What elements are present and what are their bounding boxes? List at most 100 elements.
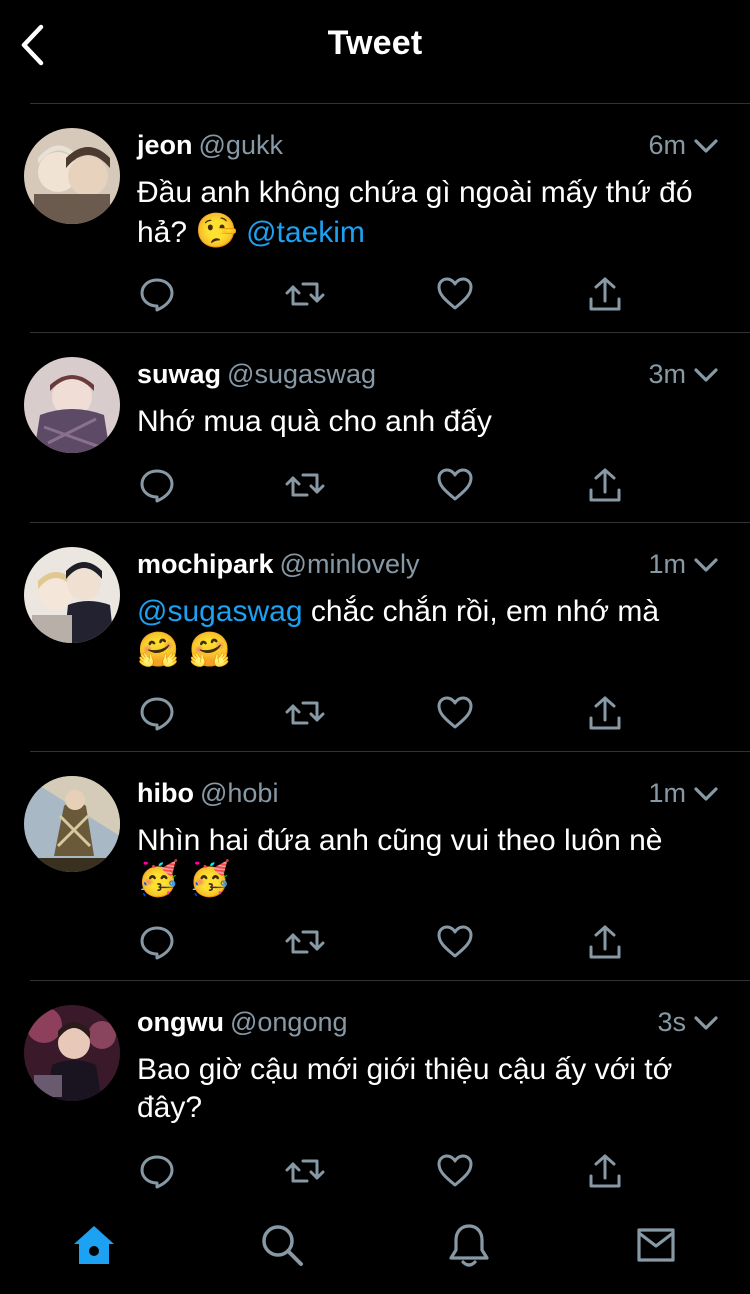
divider [30, 103, 750, 104]
like-button[interactable] [435, 922, 475, 962]
tweet-time: 6m [648, 130, 686, 160]
tab-notifications[interactable] [444, 1220, 494, 1270]
tweet-text: Bao giờ cậu mới giới thiệu cậu ấy với tớ… [137, 1051, 717, 1127]
heart-icon [437, 468, 473, 501]
tweet-actions [137, 693, 637, 733]
share-button[interactable] [585, 1151, 625, 1191]
tweet-time: 3m [648, 359, 686, 389]
retweet-icon [285, 282, 325, 306]
author-handle: @hobi [199, 778, 279, 808]
like-button[interactable] [435, 693, 475, 733]
share-button[interactable] [585, 693, 625, 733]
tweet-body: chắc chắn rồi, em nhớ mà [310, 595, 660, 628]
reply-button[interactable] [137, 274, 177, 314]
retweet-button[interactable] [285, 693, 325, 733]
reply-icon [140, 469, 174, 503]
author-name[interactable]: mochipark [137, 549, 274, 579]
tweet-actions [137, 274, 637, 314]
tweet-body: Bao giờ cậu mới giới thiệu cậu ấy với tớ… [137, 1053, 673, 1124]
share-icon [589, 277, 621, 311]
retweet-icon [285, 1159, 325, 1183]
author-name[interactable]: hibo [137, 778, 194, 808]
header: Tweet [0, 0, 750, 92]
author-line: ongwu @ongong [137, 1007, 348, 1038]
home-icon [74, 1226, 114, 1264]
divider [30, 980, 750, 981]
like-button[interactable] [435, 465, 475, 505]
like-button[interactable] [435, 274, 475, 314]
reply-icon [140, 697, 174, 731]
author-handle: @sugaswag [227, 359, 377, 389]
chevron-down-icon[interactable] [692, 1009, 720, 1037]
share-button[interactable] [585, 465, 625, 505]
author-handle: @ongong [229, 1007, 348, 1037]
emoji: 🤥 [195, 212, 238, 250]
avatar[interactable] [24, 547, 120, 643]
reply-button[interactable] [137, 1151, 177, 1191]
tweet-text: Nhìn hai đứa anh cũng vui theo luôn nè 🥳… [137, 822, 717, 900]
retweet-button[interactable] [285, 1151, 325, 1191]
retweet-button[interactable] [285, 465, 325, 505]
tweet-body: Nhìn hai đứa anh cũng vui theo luôn nè [137, 824, 663, 857]
tweet-actions [137, 1151, 637, 1191]
author-name[interactable]: suwag [137, 359, 221, 389]
avatar[interactable] [24, 357, 120, 453]
bottom-tab-bar [0, 1200, 750, 1294]
retweet-button[interactable] [285, 274, 325, 314]
author-line: jeon @gukk [137, 130, 283, 161]
retweet-icon [285, 930, 325, 954]
emoji: 🥳 🥳 [137, 860, 232, 898]
mention-link[interactable]: @sugaswag [137, 595, 303, 628]
tweet-time: 3s [657, 1007, 686, 1037]
divider [30, 751, 750, 752]
share-button[interactable] [585, 274, 625, 314]
retweet-button[interactable] [285, 922, 325, 962]
tweet-time: 1m [648, 778, 686, 808]
avatar[interactable] [24, 1005, 120, 1101]
chevron-down-icon[interactable] [692, 361, 720, 389]
author-handle: @minlovely [279, 549, 420, 579]
mail-icon [637, 1228, 675, 1262]
author-handle: @gukk [198, 130, 283, 160]
bell-icon [449, 1224, 489, 1267]
like-button[interactable] [435, 1151, 475, 1191]
author-name[interactable]: ongwu [137, 1007, 224, 1037]
share-icon [589, 925, 621, 959]
author-name[interactable]: jeon [137, 130, 193, 160]
chevron-down-icon[interactable] [692, 551, 720, 579]
tweet-actions [137, 922, 637, 962]
share-button[interactable] [585, 922, 625, 962]
tweet-time: 1m [648, 549, 686, 579]
chevron-down-icon[interactable] [692, 780, 720, 808]
author-line: hibo @hobi [137, 778, 278, 809]
tweet-text: Đầu anh không chứa gì ngoài mấy thứ đó h… [137, 174, 717, 252]
tweet-text: @sugaswag chắc chắn rồi, em nhớ mà 🤗 🤗 [137, 593, 717, 671]
tab-home[interactable] [69, 1220, 119, 1270]
heart-icon [437, 1154, 473, 1187]
heart-icon [437, 696, 473, 729]
tweet-text: Nhớ mua quà cho anh đấy [137, 403, 717, 441]
emoji: 🤗 🤗 [137, 631, 232, 669]
tab-messages[interactable] [631, 1220, 681, 1270]
reply-button[interactable] [137, 922, 177, 962]
heart-icon [437, 277, 473, 310]
divider [30, 332, 750, 333]
author-line: suwag @sugaswag [137, 359, 376, 390]
reply-icon [140, 278, 174, 312]
retweet-icon [285, 701, 325, 725]
avatar[interactable] [24, 776, 120, 872]
reply-button[interactable] [137, 693, 177, 733]
tweet-actions [137, 465, 637, 505]
search-icon [262, 1225, 303, 1266]
reply-icon [140, 1155, 174, 1189]
page-title: Tweet [327, 24, 423, 62]
tab-search[interactable] [257, 1220, 307, 1270]
chevron-down-icon[interactable] [692, 132, 720, 160]
divider [30, 522, 750, 523]
mention-link[interactable]: @taekim [246, 216, 365, 249]
avatar[interactable] [24, 128, 120, 224]
retweet-icon [285, 473, 325, 497]
reply-icon [140, 926, 174, 960]
reply-button[interactable] [137, 465, 177, 505]
share-icon [589, 1154, 621, 1188]
